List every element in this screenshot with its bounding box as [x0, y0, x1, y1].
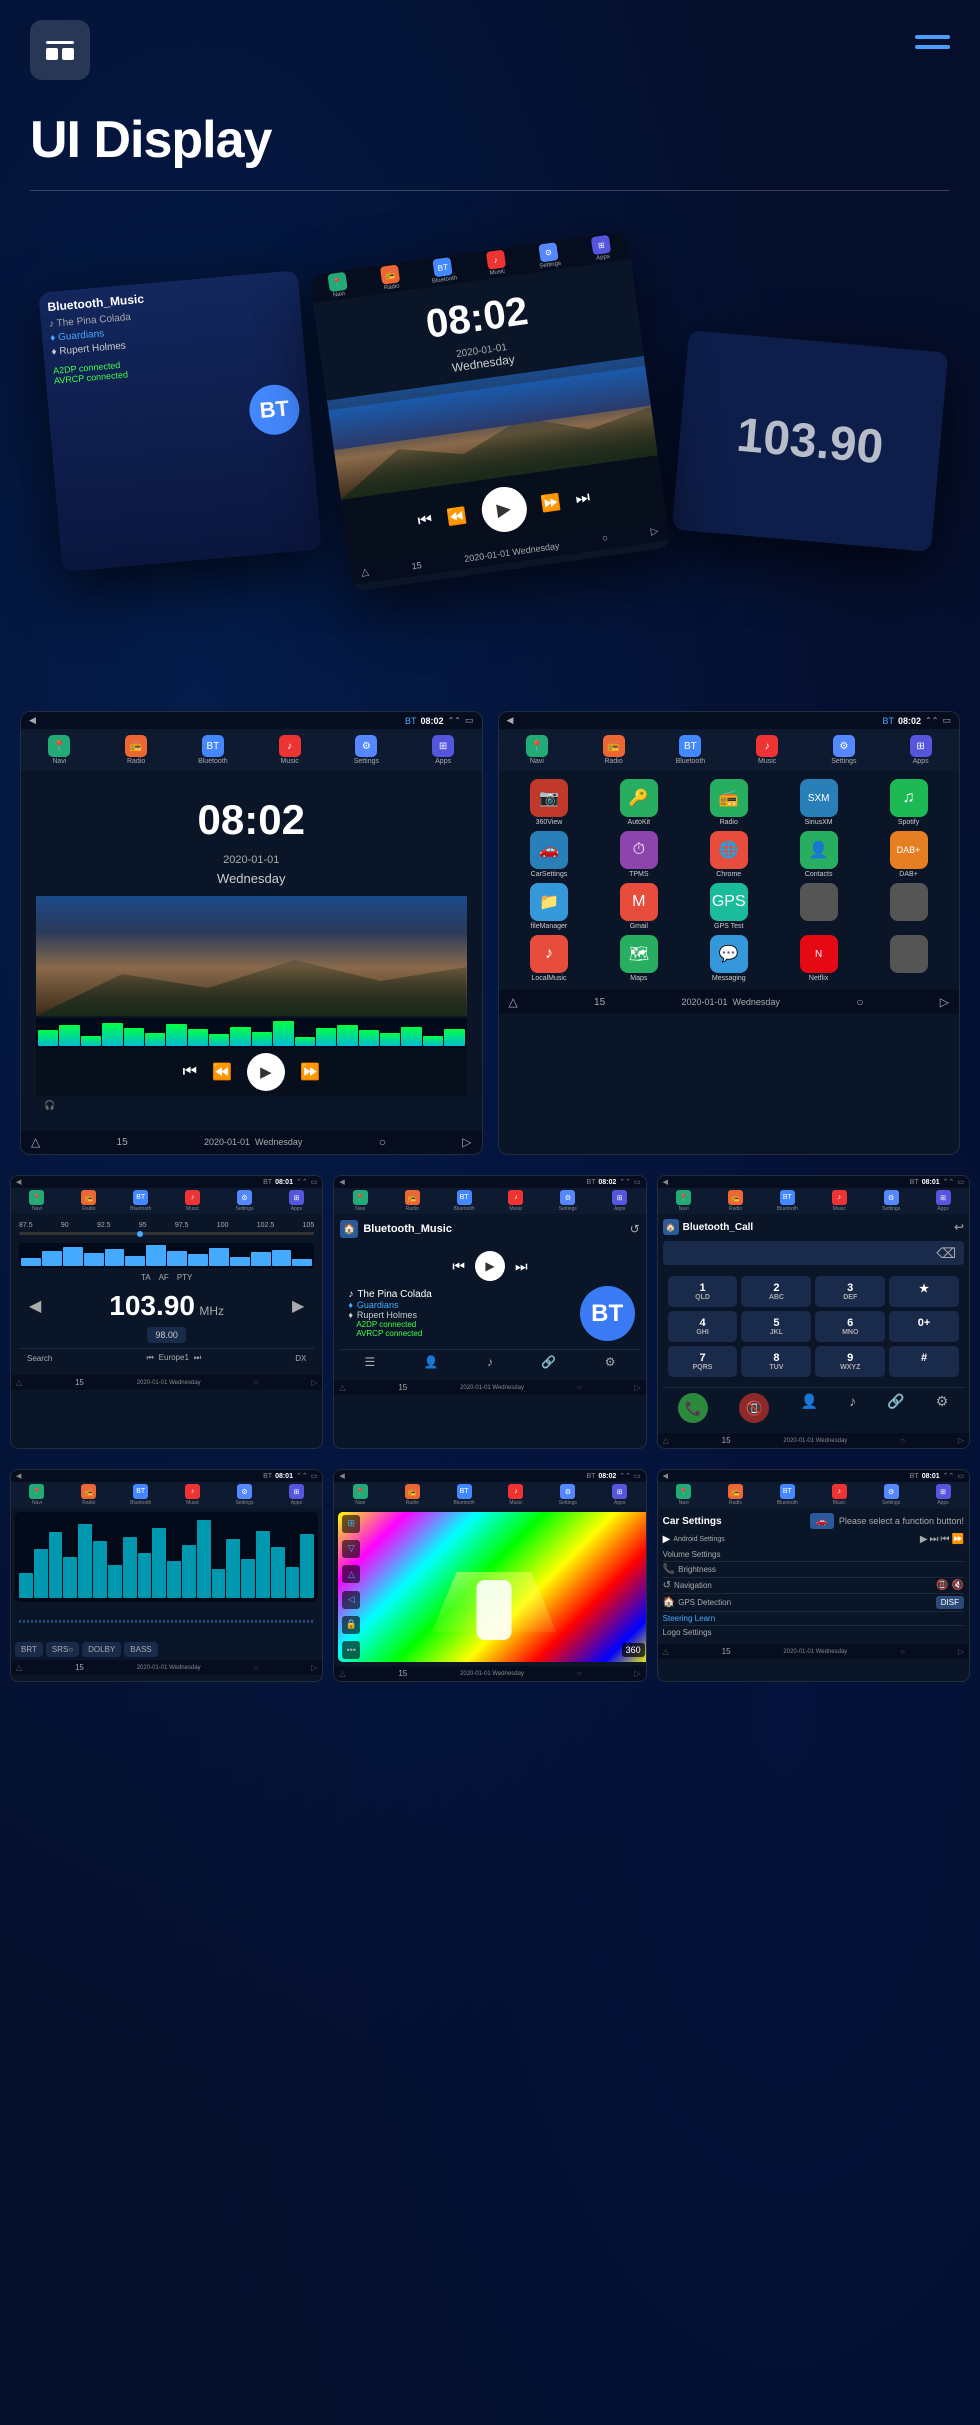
bt-menu-icon[interactable]: ☰	[365, 1355, 376, 1369]
forward-btn[interactable]: ⏩	[540, 492, 563, 515]
fm-radio-screen: ◀ BT 08:01 ⌃⌃ ▭ 📍Navi 📻Radio BTBluetooth…	[10, 1175, 323, 1449]
rewind-btn[interactable]: ⏪	[446, 505, 469, 528]
bt-prev[interactable]: ⏮	[452, 1258, 465, 1275]
music-btn[interactable]: ♪	[849, 1393, 856, 1423]
bt-contacts-icon[interactable]: 👤	[424, 1355, 439, 1369]
bt-settings-icon[interactable]: ⚙	[605, 1355, 616, 1369]
key-9[interactable]: 9WXYZ	[815, 1346, 885, 1377]
key-star[interactable]: ★	[889, 1276, 959, 1307]
eq-srs[interactable]: SRS○	[46, 1642, 79, 1657]
gear-btn[interactable]: ⚙	[936, 1393, 949, 1423]
key-2[interactable]: 2ABC	[741, 1276, 811, 1307]
fm-next[interactable]: ▶	[292, 1296, 304, 1316]
eq-brt[interactable]: BRT	[15, 1642, 43, 1657]
apps-grid: 📷 360View 🔑 AutoKit 📻 Radio SXM SiriusXM…	[499, 771, 960, 990]
screens-grid-main: ◀ BT 08:02 ⌃⌃ ▭ 📍Navi 📻Radio BTBluetooth…	[0, 711, 980, 1155]
eq-dolby[interactable]: DOLBY	[82, 1642, 121, 1657]
bt-home-icon[interactable]: 🏠	[340, 1220, 358, 1238]
key-8[interactable]: 8TUV	[741, 1346, 811, 1377]
contacts-btn[interactable]: 👤	[801, 1393, 818, 1423]
app-siriusxm[interactable]: SXM SiriusXM	[776, 779, 861, 826]
app-empty3	[866, 935, 951, 982]
prev-icon: ⏮	[941, 1534, 950, 1545]
hero-screen-right: 103.90	[672, 330, 948, 552]
link-btn[interactable]: 🔗	[887, 1393, 904, 1423]
bt-call-back[interactable]: ↩	[954, 1220, 964, 1234]
home-forward[interactable]: ⏩	[300, 1062, 320, 1082]
play-btn[interactable]: ▶	[478, 484, 529, 535]
key-4[interactable]: 4GHI	[668, 1311, 738, 1342]
status-bar: ◀ BT 08:02 ⌃⌃ ▭	[21, 712, 482, 729]
bt-back-btn[interactable]: ↺	[630, 1222, 640, 1236]
eq-bass[interactable]: BASS	[124, 1642, 157, 1657]
key-5[interactable]: 5JKL	[741, 1311, 811, 1342]
app-gpstest[interactable]: GPS GPS Test	[686, 883, 771, 930]
prev-btn[interactable]: ⏮	[417, 511, 434, 531]
menu-button[interactable]	[30, 20, 90, 80]
app-filemanager[interactable]: 📁 fileManager	[507, 883, 592, 930]
nav-bars[interactable]	[915, 20, 950, 49]
app-localmusic[interactable]: ♪ LocalMusic	[507, 935, 592, 982]
app-contacts[interactable]: 👤 Contacts	[776, 831, 861, 878]
apps-screen: ◀ BT 08:02 ⌃⌃ ▭ 📍Navi 📻Radio BTBluetooth…	[498, 711, 961, 1155]
key-3[interactable]: 3DEF	[815, 1276, 885, 1307]
hero-screen-main: 📍 Navi 📻 Radio BT Bluetooth ♪ Music	[309, 230, 670, 591]
app-messaging[interactable]: 💬 Messaging	[686, 935, 771, 982]
divider	[30, 190, 950, 191]
call-button[interactable]: 📞	[678, 1393, 708, 1423]
app-autokit[interactable]: 🔑 AutoKit	[596, 779, 681, 826]
bt-play[interactable]: ▶	[475, 1251, 505, 1281]
app-chrome[interactable]: 🌐 Chrome	[686, 831, 771, 878]
header	[0, 0, 980, 100]
home-screen: ◀ BT 08:02 ⌃⌃ ▭ 📍Navi 📻Radio BTBluetooth…	[20, 711, 483, 1155]
bottom-bar: △ 15 2020-01-01 Wednesday ○ ▷	[21, 1130, 482, 1154]
app-360view[interactable]: 📷 360View	[507, 779, 592, 826]
end-call-button[interactable]: 📵	[739, 1393, 769, 1423]
bt-call-screen: ◀ BT 08:01 ⌃⌃ ▭ 📍Navi 📻Radio BTBluetooth…	[657, 1175, 970, 1449]
key-hash[interactable]: #	[889, 1346, 959, 1377]
app-radio[interactable]: 📻 Radio	[686, 779, 771, 826]
eq-screen: ◀ BT 08:01 ⌃⌃ ▭ 📍Navi 📻Radio BTBluetooth…	[10, 1469, 323, 1682]
skip-icon: ⏭	[930, 1534, 939, 1545]
ff-icon: ⏩	[952, 1534, 964, 1545]
app-empty2	[866, 883, 951, 930]
page-title: UI Display	[0, 100, 980, 190]
app-carsettings[interactable]: 🚗 CarSettings	[507, 831, 592, 878]
hero-section: Bluetooth_Music ♪ The Pina Colada ♦ Guar…	[30, 221, 950, 671]
key-7[interactable]: 7PQRS	[668, 1346, 738, 1377]
app-tpms[interactable]: ⏱ TPMS	[596, 831, 681, 878]
screens-grid-3col-row1: ◀ BT 08:01 ⌃⌃ ▭ 📍Navi 📻Radio BTBluetooth…	[0, 1175, 980, 1449]
home-prev[interactable]: ⏮	[183, 1063, 197, 1081]
fm-screen-content: 87.59092.59597.5100102.5105	[11, 1214, 322, 1375]
delete-btn[interactable]: ⌫	[936, 1245, 956, 1262]
screens-grid-3col-row2: ◀ BT 08:01 ⌃⌃ ▭ 📍Navi 📻Radio BTBluetooth…	[0, 1469, 980, 1682]
home-rewind[interactable]: ⏪	[212, 1062, 232, 1082]
bt-next[interactable]: ⏭	[515, 1258, 528, 1275]
app-empty1	[776, 883, 861, 930]
key-6[interactable]: 6MNO	[815, 1311, 885, 1342]
app-spotify[interactable]: ♫ Spotify	[866, 779, 951, 826]
bt-music-screen: ◀ BT 08:02 ⌃⌃ ▭ 📍Navi 📻Radio BTBluetooth…	[333, 1175, 646, 1449]
car-settings-screen: ◀ BT 08:01 ⌃⌃ ▭ 📍Navi 📻Radio BTBluetooth…	[657, 1469, 970, 1682]
app-gmail[interactable]: M Gmail	[596, 883, 681, 930]
key-1[interactable]: 1QLD	[668, 1276, 738, 1307]
key-0[interactable]: 0+	[889, 1311, 959, 1342]
bt-music-icon[interactable]: ♪	[487, 1355, 493, 1369]
app-maps[interactable]: 🗺 Maps	[596, 935, 681, 982]
next-btn[interactable]: ⏭	[574, 489, 591, 509]
fm-prev[interactable]: ◀	[29, 1296, 41, 1316]
play-icon: ▶	[920, 1534, 928, 1545]
car-nav-bar: 📍Navi 📻Radio BTBluetooth ♪Music ⚙Setting…	[21, 729, 482, 771]
disc-button[interactable]: DISF	[936, 1596, 964, 1609]
app-netflix[interactable]: N Netflix	[776, 935, 861, 982]
bt-link-icon[interactable]: 🔗	[541, 1355, 556, 1369]
app-dab[interactable]: DAB+ DAB+	[866, 831, 951, 878]
view360-screen: ◀ BT 08:02 ⌃⌃ ▭ 📍Navi 📻Radio BTBluetooth…	[333, 1469, 646, 1682]
home-play[interactable]: ▶	[247, 1053, 285, 1091]
hero-screen-left: Bluetooth_Music ♪ The Pina Colada ♦ Guar…	[38, 270, 321, 572]
